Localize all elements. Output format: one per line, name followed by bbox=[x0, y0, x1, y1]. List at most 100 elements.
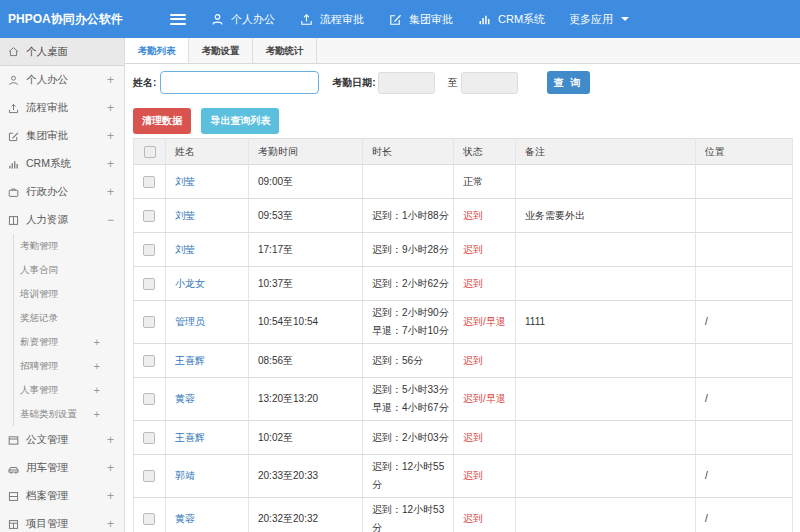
tab-考勤列表[interactable]: 考勤列表 bbox=[125, 38, 189, 63]
expand-plus-icon[interactable]: + bbox=[107, 129, 114, 143]
sidebar-item-公文管理[interactable]: 公文管理 + bbox=[0, 426, 124, 454]
date-to-input[interactable] bbox=[461, 72, 518, 94]
app-logo[interactable]: PHPOA协同办公软件 bbox=[0, 11, 170, 28]
sidebar-subitem-招聘管理[interactable]: 招聘管理+ bbox=[14, 354, 124, 378]
expand-plus-icon[interactable]: + bbox=[94, 360, 100, 372]
tab-考勤统计[interactable]: 考勤统计 bbox=[253, 38, 317, 63]
expand-plus-icon[interactable]: + bbox=[94, 336, 100, 348]
sidebar-subitem-考勤管理[interactable]: 考勤管理 bbox=[14, 234, 124, 258]
sidebar-item-label: 流程审批 bbox=[26, 101, 68, 115]
search-button[interactable]: 查 询 bbox=[547, 71, 590, 94]
sidebar-subitem-基础类别设置[interactable]: 基础类别设置 + bbox=[14, 402, 124, 426]
employee-name-link[interactable]: 黄蓉 bbox=[175, 393, 195, 404]
expand-plus-icon[interactable]: + bbox=[107, 101, 114, 115]
main-content: 考勤列表考勤设置考勤统计 姓名: 考勤日期: 至 查 询 清理数据 导出查询列表… bbox=[125, 38, 800, 532]
sidebar-item-个人办公[interactable]: 个人办公+ bbox=[0, 66, 124, 94]
nav-item-label: 更多应用 bbox=[569, 12, 613, 27]
menu-toggle-icon[interactable] bbox=[170, 14, 186, 25]
duration-cell: 迟到：12小时53分 bbox=[363, 498, 454, 532]
row-checkbox[interactable] bbox=[143, 316, 155, 328]
expand-plus-icon[interactable]: + bbox=[94, 408, 100, 420]
name-filter-input[interactable] bbox=[160, 71, 319, 94]
nav-item-流程审批[interactable]: 流程审批 bbox=[299, 12, 364, 27]
expand-plus-icon[interactable]: + bbox=[107, 517, 114, 531]
employee-name-link[interactable]: 刘莹 bbox=[175, 210, 195, 221]
row-checkbox[interactable] bbox=[143, 278, 155, 290]
row-checkbox[interactable] bbox=[143, 470, 155, 482]
status-cell: 迟到 bbox=[454, 233, 516, 267]
collapse-minus-icon[interactable]: − bbox=[107, 213, 114, 227]
row-checkbox[interactable] bbox=[143, 355, 155, 367]
nav-item-更多应用[interactable]: 更多应用 bbox=[569, 12, 629, 27]
employee-name-link[interactable]: 王喜辉 bbox=[175, 355, 205, 366]
sidebar-item-行政办公[interactable]: 行政办公+ bbox=[0, 178, 124, 206]
date-to-label: 至 bbox=[448, 76, 458, 90]
duration-cell: 迟到：9小时28分 bbox=[363, 233, 454, 267]
clean-data-button[interactable]: 清理数据 bbox=[133, 108, 191, 134]
sidebar-submenu: 考勤管理人事合同培训管理奖惩记录薪资管理+招聘管理+ 人事管理 + 基础类别设置 + bbox=[13, 234, 124, 426]
sidebar-item-CRM系统[interactable]: CRM系统+ bbox=[0, 150, 124, 178]
archive-icon bbox=[7, 490, 20, 503]
table-row: 黄蓉20:32至20:32迟到：12小时53分迟到/ bbox=[134, 498, 793, 532]
employee-name-link[interactable]: 刘莹 bbox=[175, 244, 195, 255]
status-cell: 迟到 bbox=[454, 199, 516, 233]
nav-item-CRM系统[interactable]: CRM系统 bbox=[477, 12, 545, 27]
row-checkbox[interactable] bbox=[143, 244, 155, 256]
tab-bar: 考勤列表考勤设置考勤统计 bbox=[125, 38, 800, 64]
location-cell bbox=[696, 233, 793, 267]
sidebar-subitem-label: 奖惩记录 bbox=[20, 312, 58, 325]
sidebar-item-label: 用车管理 bbox=[26, 461, 68, 475]
sidebar-item-人力资源[interactable]: 人力资源− bbox=[0, 206, 124, 234]
expand-plus-icon[interactable]: + bbox=[107, 489, 114, 503]
expand-plus-icon[interactable]: + bbox=[107, 73, 114, 87]
employee-name-link[interactable]: 管理员 bbox=[175, 316, 205, 327]
location-cell: / bbox=[696, 498, 793, 532]
select-all-checkbox[interactable] bbox=[144, 146, 156, 158]
row-checkbox[interactable] bbox=[143, 176, 155, 188]
employee-name-link[interactable]: 刘莹 bbox=[175, 176, 195, 187]
employee-name-link[interactable]: 小龙女 bbox=[175, 278, 205, 289]
sidebar-item-用车管理[interactable]: 用车管理 + bbox=[0, 454, 124, 482]
note-cell bbox=[516, 233, 696, 267]
expand-plus-icon[interactable]: + bbox=[107, 461, 114, 475]
status-cell: 迟到 bbox=[454, 455, 516, 498]
nav-item-个人办公[interactable]: 个人办公 bbox=[210, 12, 275, 27]
date-from-input[interactable] bbox=[378, 72, 435, 94]
duration-cell: 迟到：5小时33分 早退：4小时67分 bbox=[363, 378, 454, 421]
table-row: 小龙女10:37至迟到：2小时62分迟到 bbox=[134, 267, 793, 301]
sidebar-item-项目管理[interactable]: 项目管理+ bbox=[0, 510, 124, 532]
sidebar-subitem-label: 基础类别设置 bbox=[20, 408, 77, 421]
table-row: 黄蓉13:20至13:20迟到：5小时33分 早退：4小时67分迟到/早退/ bbox=[134, 378, 793, 421]
expand-plus-icon[interactable]: + bbox=[107, 157, 114, 171]
sidebar-item-个人桌面[interactable]: 个人桌面 bbox=[0, 38, 124, 66]
tab-考勤设置[interactable]: 考勤设置 bbox=[189, 38, 253, 63]
sidebar-subitem-培训管理[interactable]: 培训管理 bbox=[14, 282, 124, 306]
expand-plus-icon[interactable]: + bbox=[107, 433, 114, 447]
sidebar-subitem-label: 培训管理 bbox=[20, 288, 58, 301]
sidebar-subitem-奖惩记录[interactable]: 奖惩记录 bbox=[14, 306, 124, 330]
nav-item-集团审批[interactable]: 集团审批 bbox=[388, 12, 453, 27]
sidebar-subitem-薪资管理[interactable]: 薪资管理+ bbox=[14, 330, 124, 354]
expand-plus-icon[interactable]: + bbox=[94, 384, 100, 396]
employee-name-link[interactable]: 黄蓉 bbox=[175, 513, 195, 524]
action-bar: 清理数据 导出查询列表 bbox=[125, 101, 800, 138]
sidebar-item-流程审批[interactable]: 流程审批 + bbox=[0, 94, 124, 122]
row-checkbox[interactable] bbox=[143, 210, 155, 222]
employee-name-link[interactable]: 王喜辉 bbox=[175, 432, 205, 443]
sidebar-subitem-label: 人事管理 bbox=[20, 384, 58, 397]
export-list-button[interactable]: 导出查询列表 bbox=[201, 108, 279, 134]
sidebar-subitem-人事管理[interactable]: 人事管理 + bbox=[14, 378, 124, 402]
sidebar-subitem-人事合同[interactable]: 人事合同 bbox=[14, 258, 124, 282]
row-checkbox[interactable] bbox=[143, 432, 155, 444]
nav-item-label: 个人办公 bbox=[231, 12, 275, 27]
sidebar-item-集团审批[interactable]: 集团审批 + bbox=[0, 122, 124, 150]
note-cell bbox=[516, 267, 696, 301]
status-cell: 迟到/早退 bbox=[454, 378, 516, 421]
sidebar-item-label: 公文管理 bbox=[26, 433, 68, 447]
sidebar-item-label: 集团审批 bbox=[26, 129, 68, 143]
sidebar-item-档案管理[interactable]: 档案管理+ bbox=[0, 482, 124, 510]
row-checkbox[interactable] bbox=[143, 513, 155, 525]
expand-plus-icon[interactable]: + bbox=[107, 185, 114, 199]
employee-name-link[interactable]: 郭靖 bbox=[175, 470, 195, 481]
row-checkbox[interactable] bbox=[143, 393, 155, 405]
